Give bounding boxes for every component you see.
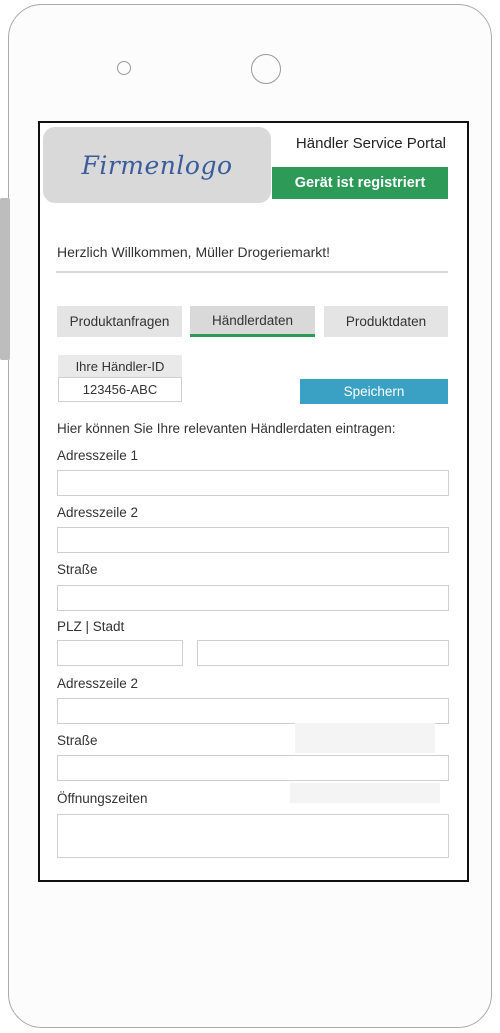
address2-repeat-input[interactable] (57, 698, 449, 724)
portal-title: Händler Service Portal (295, 135, 446, 152)
tab-dealer-data[interactable]: Händlerdaten (190, 306, 315, 337)
camera-icon (251, 54, 281, 84)
logo-text: Firmenlogo (81, 150, 233, 180)
plz-input[interactable] (57, 640, 183, 666)
address2-repeat-label: Adresszeile 2 (57, 676, 139, 691)
dealer-id-value: 123456-ABC (58, 377, 182, 402)
plz-city-label: PLZ | Stadt (57, 619, 125, 634)
sensor-dot-icon (117, 61, 131, 75)
city-input[interactable] (197, 640, 449, 666)
save-button[interactable]: Speichern (300, 379, 448, 404)
faded-artifact (290, 783, 440, 803)
welcome-message: Herzlich Willkommen, Müller Drogeriemark… (57, 244, 331, 260)
street-input[interactable] (57, 585, 449, 611)
intro-text: Hier können Sie Ihre relevanten Händlerd… (57, 421, 396, 436)
tab-product-requests[interactable]: Produktanfragen (57, 306, 182, 337)
street-repeat-label: Straße (57, 733, 98, 748)
app-screen: Firmenlogo Händler Service Portal Gerät … (38, 121, 469, 882)
opening-hours-label: Öffnungszeiten (57, 791, 148, 806)
dealer-id-label: Ihre Händler-ID (58, 355, 182, 377)
address1-input[interactable] (57, 470, 449, 496)
company-logo: Firmenlogo (43, 127, 271, 203)
registration-status-badge: Gerät ist registriert (272, 167, 448, 199)
address2-input[interactable] (57, 527, 449, 553)
faded-artifact (295, 723, 435, 753)
street-repeat-input[interactable] (57, 755, 449, 781)
tab-product-data[interactable]: Produktdaten (324, 306, 448, 337)
address2-label: Adresszeile 2 (57, 505, 139, 520)
phone-side-button (0, 198, 10, 360)
divider (56, 271, 448, 273)
opening-hours-input[interactable] (57, 814, 449, 858)
address1-label: Adresszeile 1 (57, 448, 139, 463)
street-label: Straße (57, 562, 98, 577)
